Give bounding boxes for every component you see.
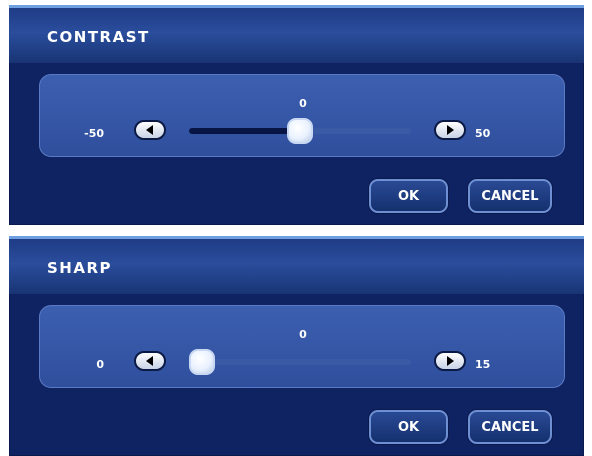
sharp-slider-panel: 0 0 15	[39, 305, 565, 388]
contrast-slider-thumb[interactable]	[287, 118, 313, 144]
sharp-decrease-button[interactable]	[134, 351, 166, 371]
sharp-cancel-button[interactable]: CANCEL	[468, 410, 552, 444]
contrast-ok-button[interactable]: OK	[369, 179, 448, 213]
contrast-cancel-button[interactable]: CANCEL	[468, 179, 552, 213]
sharp-titlebar: SHARP	[9, 236, 584, 294]
contrast-min-label: -50	[84, 127, 104, 140]
contrast-titlebar: CONTRAST	[9, 5, 584, 63]
sharp-ok-button[interactable]: OK	[369, 410, 448, 444]
sharp-title: SHARP	[47, 259, 113, 277]
sharp-min-label: 0	[96, 358, 104, 371]
left-arrow-icon	[146, 356, 153, 366]
sharp-value: 0	[299, 328, 307, 341]
sharp-dialog: SHARP 0 0 15 OK CANCEL	[9, 236, 584, 456]
right-arrow-icon	[447, 125, 454, 135]
contrast-slider-panel: 0 -50 50	[39, 74, 565, 157]
contrast-slider-track[interactable]	[189, 118, 411, 144]
sharp-slider-thumb[interactable]	[189, 349, 215, 375]
left-arrow-icon	[146, 125, 153, 135]
contrast-increase-button[interactable]	[434, 120, 466, 140]
sharp-slider-track[interactable]	[189, 349, 411, 375]
contrast-slider-fill	[189, 128, 300, 134]
sharp-increase-button[interactable]	[434, 351, 466, 371]
sharp-max-label: 15	[475, 358, 491, 371]
contrast-title: CONTRAST	[47, 28, 150, 46]
contrast-max-label: 50	[475, 127, 491, 140]
contrast-decrease-button[interactable]	[134, 120, 166, 140]
right-arrow-icon	[447, 356, 454, 366]
contrast-dialog: CONTRAST 0 -50 50 OK CANCEL	[9, 5, 584, 225]
contrast-value: 0	[299, 97, 307, 110]
